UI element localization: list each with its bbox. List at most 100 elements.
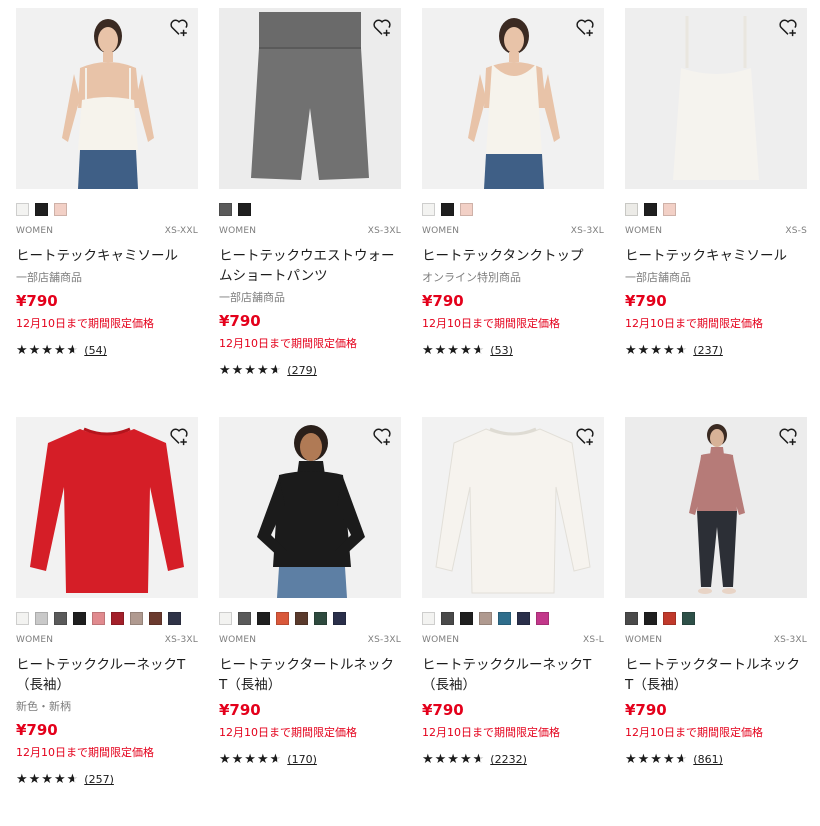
product-name[interactable]: ヒートテックタートルネックT（長袖） xyxy=(219,655,401,695)
size-range: XS-L xyxy=(583,635,604,645)
color-swatch[interactable] xyxy=(422,612,435,625)
product-image[interactable] xyxy=(422,417,604,598)
color-swatch[interactable] xyxy=(295,612,308,625)
color-swatch[interactable] xyxy=(276,612,289,625)
product-image[interactable] xyxy=(16,8,198,189)
rating-stars: ★★★★★ xyxy=(625,752,688,767)
review-count[interactable]: (170) xyxy=(287,753,317,766)
color-swatch[interactable] xyxy=(498,612,511,625)
product-image[interactable] xyxy=(625,417,807,598)
review-count[interactable]: (861) xyxy=(693,753,723,766)
product-image[interactable] xyxy=(625,8,807,189)
size-range: XS-3XL xyxy=(367,226,401,236)
color-swatch[interactable] xyxy=(16,203,29,216)
color-swatch[interactable] xyxy=(219,203,232,216)
rating-stars: ★★★★★ xyxy=(625,343,688,358)
product-name[interactable]: ヒートテックタンクトップ xyxy=(422,246,604,266)
rating: ★★★★★ (170) xyxy=(219,752,401,767)
color-swatch[interactable] xyxy=(517,612,530,625)
product-image[interactable] xyxy=(219,417,401,598)
product-price: ¥790 xyxy=(625,292,667,310)
product-card[interactable]: WOMEN XS-3XL ヒートテックタートルネックT（長袖） ¥790 12月… xyxy=(625,417,807,826)
color-swatch[interactable] xyxy=(536,612,549,625)
rating-stars: ★★★★★ xyxy=(16,772,79,787)
product-tag: 新色・新柄 xyxy=(16,700,71,713)
color-swatch[interactable] xyxy=(441,612,454,625)
color-swatch[interactable] xyxy=(238,612,251,625)
product-image[interactable] xyxy=(16,417,198,598)
review-count[interactable]: (257) xyxy=(84,773,114,786)
color-swatch[interactable] xyxy=(644,612,657,625)
product-name[interactable]: ヒートテッククルーネックT（長袖） xyxy=(16,655,198,695)
add-to-favorites-icon[interactable] xyxy=(371,16,393,38)
color-swatch[interactable] xyxy=(111,612,124,625)
color-swatch[interactable] xyxy=(682,612,695,625)
color-swatch[interactable] xyxy=(663,203,676,216)
product-card[interactable]: WOMEN XS-3XL ヒートテックタンクトップ オンライン特別商品 ¥790… xyxy=(422,8,604,417)
color-swatch[interactable] xyxy=(238,203,251,216)
color-swatch[interactable] xyxy=(168,612,181,625)
promo-text: 12月10日まで期間限定価格 xyxy=(16,746,154,759)
review-count[interactable]: (237) xyxy=(693,344,723,357)
add-to-favorites-icon[interactable] xyxy=(777,16,799,38)
product-name[interactable]: ヒートテックウエストウォームショートパンツ xyxy=(219,246,401,286)
color-swatch[interactable] xyxy=(479,612,492,625)
promo-text: 12月10日まで期間限定価格 xyxy=(625,726,763,739)
product-image[interactable] xyxy=(219,8,401,189)
gender-label: WOMEN xyxy=(625,635,663,645)
color-swatch[interactable] xyxy=(314,612,327,625)
review-count[interactable]: (2232) xyxy=(490,753,527,766)
half-star-icon: ★ xyxy=(270,752,283,767)
product-image[interactable] xyxy=(422,8,604,189)
color-swatch[interactable] xyxy=(333,612,346,625)
color-swatch[interactable] xyxy=(92,612,105,625)
color-swatch[interactable] xyxy=(625,203,638,216)
product-name[interactable]: ヒートテックタートルネックT（長袖） xyxy=(625,655,807,695)
promo-text: 12月10日まで期間限定価格 xyxy=(219,726,357,739)
review-count[interactable]: (279) xyxy=(287,364,317,377)
stars-full: ★★★★ xyxy=(16,343,67,358)
product-card[interactable]: WOMEN XS-L ヒートテッククルーネックT（長袖） ¥790 12月10日… xyxy=(422,417,604,826)
color-swatch[interactable] xyxy=(130,612,143,625)
color-swatch[interactable] xyxy=(422,203,435,216)
color-swatch[interactable] xyxy=(149,612,162,625)
color-swatch[interactable] xyxy=(35,203,48,216)
product-name[interactable]: ヒートテックキャミソール xyxy=(16,246,198,266)
color-swatch[interactable] xyxy=(460,203,473,216)
color-swatch[interactable] xyxy=(460,612,473,625)
product-card[interactable]: WOMEN XS-XXL ヒートテックキャミソール 一部店舗商品 ¥790 12… xyxy=(16,8,198,417)
color-swatch[interactable] xyxy=(257,612,270,625)
color-swatch[interactable] xyxy=(625,612,638,625)
color-swatches xyxy=(16,612,198,626)
review-count[interactable]: (53) xyxy=(490,344,513,357)
add-to-favorites-icon[interactable] xyxy=(574,425,596,447)
add-to-favorites-icon[interactable] xyxy=(777,425,799,447)
product-card[interactable]: WOMEN XS-3XL ヒートテックウエストウォームショートパンツ 一部店舗商… xyxy=(219,8,401,417)
color-swatch[interactable] xyxy=(54,612,67,625)
color-swatch[interactable] xyxy=(441,203,454,216)
review-count[interactable]: (54) xyxy=(84,344,107,357)
gender-label: WOMEN xyxy=(219,226,257,236)
half-star-icon: ★ xyxy=(676,343,689,358)
rating-stars: ★★★★★ xyxy=(422,343,485,358)
stars-full: ★★★★ xyxy=(219,363,270,378)
add-to-favorites-icon[interactable] xyxy=(168,16,190,38)
color-swatch[interactable] xyxy=(35,612,48,625)
rating-stars: ★★★★★ xyxy=(422,752,485,767)
add-to-favorites-icon[interactable] xyxy=(371,425,393,447)
color-swatch[interactable] xyxy=(54,203,67,216)
add-to-favorites-icon[interactable] xyxy=(168,425,190,447)
color-swatch[interactable] xyxy=(663,612,676,625)
color-swatch[interactable] xyxy=(73,612,86,625)
product-name[interactable]: ヒートテッククルーネックT（長袖） xyxy=(422,655,604,695)
product-card[interactable]: WOMEN XS-S ヒートテックキャミソール 一部店舗商品 ¥790 12月1… xyxy=(625,8,807,417)
color-swatch[interactable] xyxy=(16,612,29,625)
product-card[interactable]: WOMEN XS-3XL ヒートテックタートルネックT（長袖） ¥790 12月… xyxy=(219,417,401,826)
product-card[interactable]: WOMEN XS-3XL ヒートテッククルーネックT（長袖） 新色・新柄 ¥79… xyxy=(16,417,198,826)
color-swatch[interactable] xyxy=(219,612,232,625)
product-name[interactable]: ヒートテックキャミソール xyxy=(625,246,807,266)
color-swatch[interactable] xyxy=(644,203,657,216)
stars-full: ★★★★ xyxy=(625,752,676,767)
color-swatches xyxy=(422,612,604,626)
add-to-favorites-icon[interactable] xyxy=(574,16,596,38)
